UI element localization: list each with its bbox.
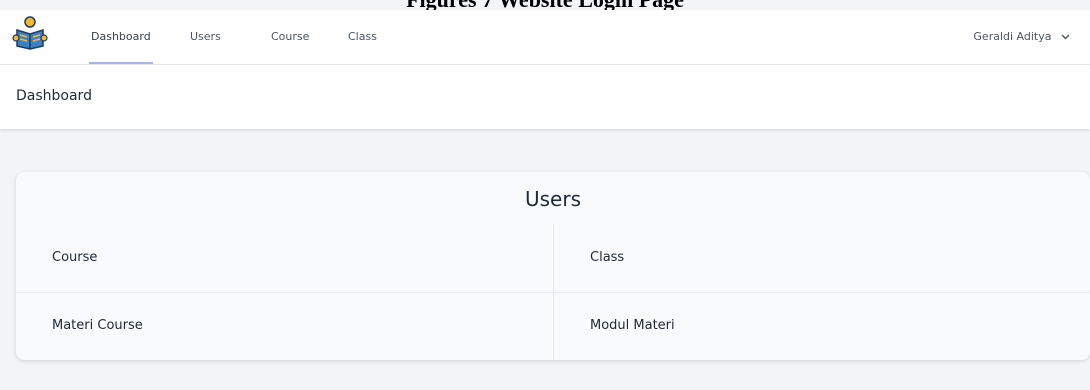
nav-link-users[interactable]: Users [190,10,221,64]
card-item-modul-materi[interactable]: Modul Materi [554,292,1090,360]
card-item-materi-course[interactable]: Materi Course [16,292,553,360]
app-logo[interactable] [12,15,48,51]
card-item-course[interactable]: Course [16,224,553,292]
reading-person-logo-icon [12,16,48,50]
page-header: Dashboard [0,65,1090,129]
top-navbar: Dashboard Users Course Class Geraldi Adi… [0,10,1090,65]
page-title: Dashboard [16,88,92,104]
chevron-down-icon [1061,10,1070,64]
nav-link-class[interactable]: Class [348,10,377,64]
card-title: Users [524,187,581,211]
user-menu-dropdown[interactable]: Geraldi Aditya [973,10,1070,64]
page: Figures 7 Website Login Page Dashboard U… [0,0,1090,390]
users-card: Users Course Class Materi Course Modul M… [16,172,1090,360]
card-item-class[interactable]: Class [554,224,1090,292]
user-name: Geraldi Aditya [973,30,1052,43]
nav-link-course[interactable]: Course [271,10,309,64]
nav-link-dashboard[interactable]: Dashboard [89,10,153,64]
